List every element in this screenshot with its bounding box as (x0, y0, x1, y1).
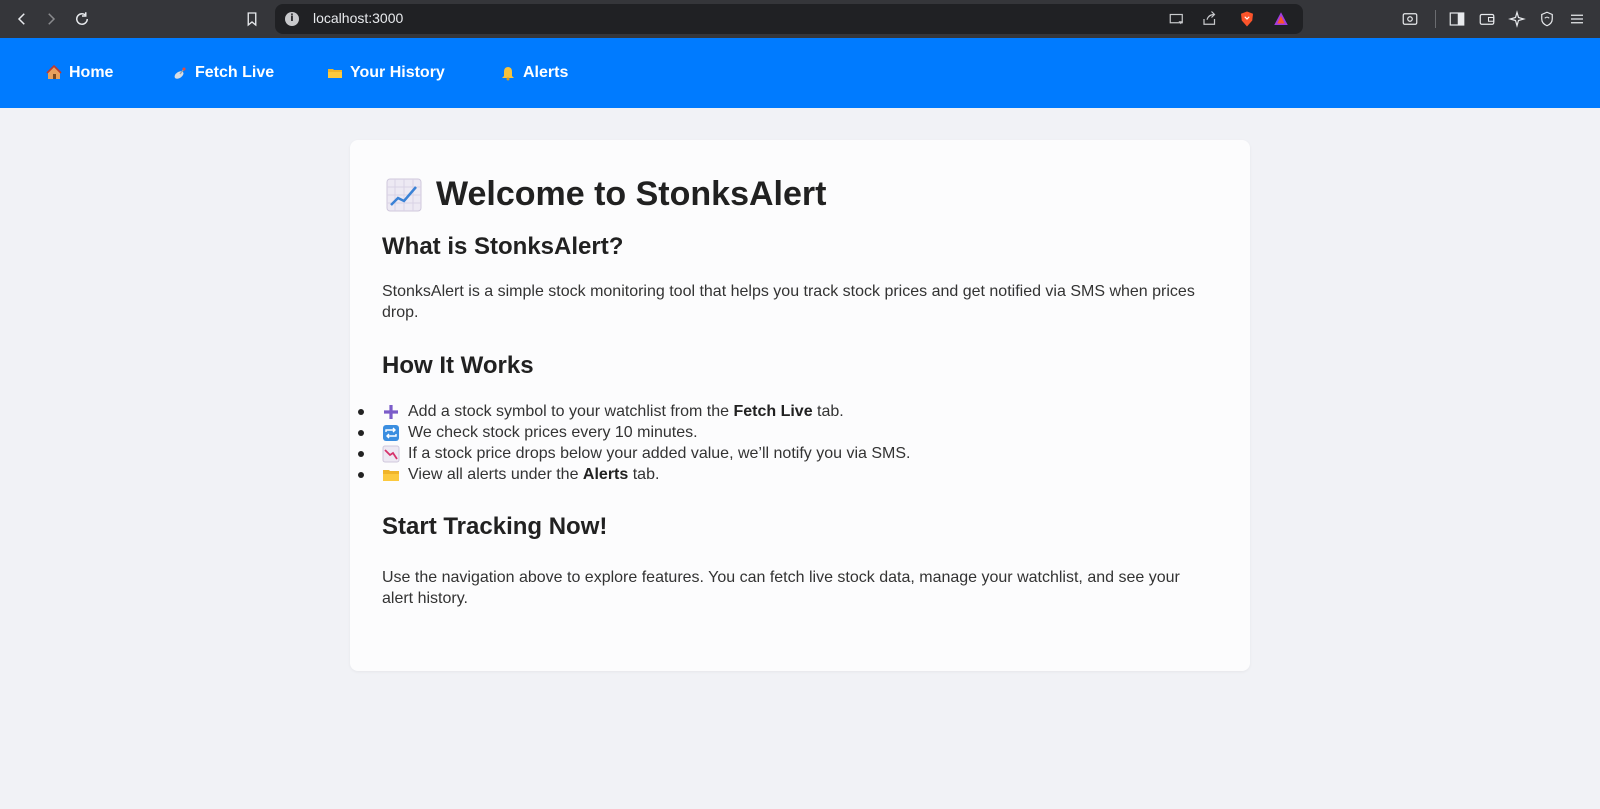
screenshot-icon[interactable] (1400, 9, 1420, 29)
share-icon[interactable] (1200, 9, 1220, 29)
folder-icon (328, 69, 342, 78)
brave-shield-icon[interactable] (1237, 9, 1257, 29)
toolbar-divider (1435, 10, 1436, 28)
step-4-before: View all alerts under the (408, 465, 583, 483)
step-3-text: If a stock price drops below your added … (408, 444, 911, 462)
folder-icon (383, 469, 399, 481)
step-4-after: tab. (628, 465, 660, 483)
chart-decreasing-icon (382, 445, 400, 462)
nav-your-history[interactable]: Your History (327, 64, 445, 82)
chart-increasing-icon (386, 178, 422, 211)
menu-icon[interactable] (1567, 9, 1587, 29)
page-title-text: Welcome to StonksAlert (436, 175, 827, 213)
house-icon (46, 65, 62, 79)
forward-icon[interactable] (39, 7, 63, 31)
step-2-text: We check stock prices every 10 minutes. (408, 423, 698, 441)
address-bar[interactable]: i localhost:3000 (275, 4, 1303, 34)
page-title: Welcome to StonksAlert (386, 175, 826, 214)
step-1-before: Add a stock symbol to your watchlist fro… (408, 402, 734, 420)
welcome-card: Welcome to StonksAlert What is StonksAle… (350, 140, 1250, 671)
vpn-icon[interactable] (1537, 9, 1557, 29)
browser-toolbar: i localhost:3000 (0, 0, 1600, 38)
reload-icon[interactable] (70, 7, 94, 31)
repeat-icon (383, 424, 399, 441)
site-info-icon[interactable]: i (285, 12, 299, 26)
satellite-icon (174, 67, 186, 79)
leo-ai-icon[interactable] (1507, 9, 1527, 29)
step-4-bold: Alerts (582, 465, 629, 483)
nav-alerts[interactable]: Alerts (500, 64, 568, 82)
nav-home[interactable]: Home (46, 64, 113, 82)
step-1-bold: Fetch Live (733, 402, 813, 420)
wallet-icon[interactable] (1477, 9, 1497, 29)
list-item: Add a stock symbol to your watchlist fro… (358, 401, 910, 422)
nav-your-history-label: Your History (350, 64, 445, 81)
how-steps-list: Add a stock symbol to your watchlist fro… (358, 401, 910, 485)
url-text[interactable]: localhost:3000 (313, 10, 403, 26)
list-item: If a stock price drops below your added … (358, 443, 910, 464)
nav-fetch-live-label: Fetch Live (195, 64, 275, 81)
list-item: View all alerts under the Alerts tab. (358, 464, 910, 485)
bookmark-icon[interactable] (240, 7, 264, 31)
nav-home-label: Home (69, 64, 114, 81)
start-heading: Start Tracking Now! (382, 513, 608, 540)
nav-fetch-live[interactable]: Fetch Live (172, 64, 274, 82)
what-heading: What is StonksAlert? (382, 233, 624, 260)
bell-icon (502, 67, 514, 81)
what-text: StonksAlert is a simple stock monitoring… (382, 283, 1195, 321)
cast-icon[interactable] (1167, 9, 1187, 29)
step-1-after: tab. (812, 402, 844, 420)
list-item: We check stock prices every 10 minutes. (358, 422, 910, 443)
plus-icon (384, 404, 398, 419)
how-heading: How It Works (382, 352, 534, 379)
brave-rewards-icon[interactable] (1271, 9, 1291, 29)
nav-alerts-label: Alerts (523, 64, 569, 81)
sidebar-icon[interactable] (1447, 9, 1467, 29)
start-text: Use the navigation above to explore feat… (382, 569, 1180, 607)
back-icon[interactable] (10, 7, 34, 31)
main-navigation: Home Fetch Live Your History Alerts (0, 38, 1600, 108)
